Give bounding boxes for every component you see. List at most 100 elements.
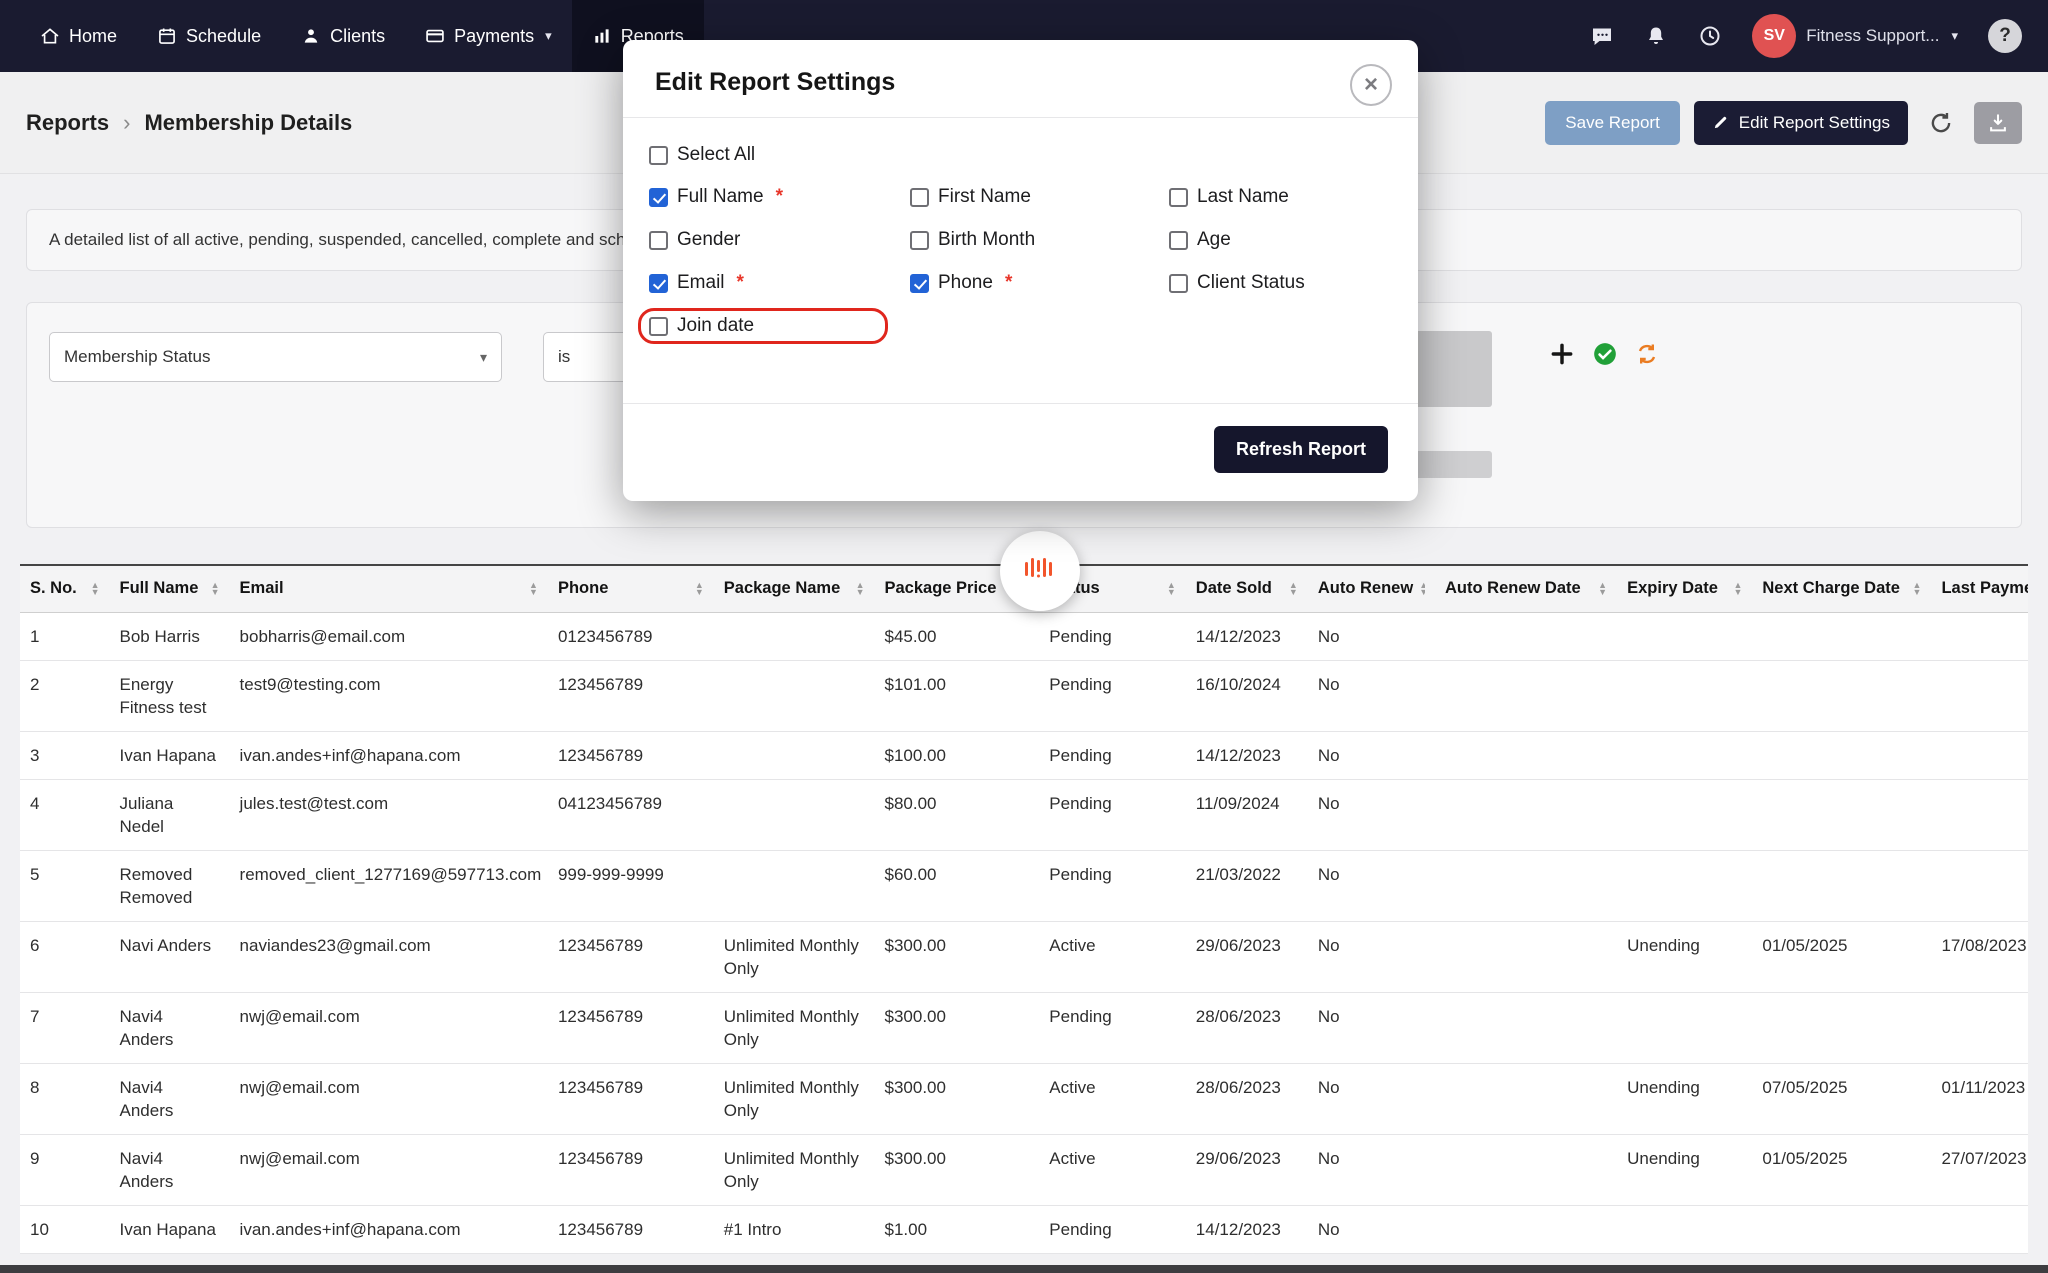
sort-icon: ▲▼ xyxy=(1419,582,1425,596)
table-row: 6Navi Andersnaviandes23@gmail.com1234567… xyxy=(20,921,2028,992)
payments-icon xyxy=(425,26,445,46)
column-header-label: Date Sold xyxy=(1196,579,1272,598)
table-cell: 4 xyxy=(20,779,110,850)
checkbox-join-date[interactable]: Join date xyxy=(638,308,888,344)
reset-filter-sync-icon[interactable] xyxy=(1635,342,1659,366)
table-cell: Bob Harris xyxy=(110,612,230,660)
table-cell: 1 xyxy=(20,612,110,660)
column-header-package-name[interactable]: Package Name▲▼ xyxy=(714,565,875,612)
table-cell: 999-999-9999 xyxy=(548,850,714,921)
column-header-full-name[interactable]: Full Name▲▼ xyxy=(110,565,230,612)
table-cell xyxy=(1931,1205,2028,1253)
table-cell: No xyxy=(1308,1205,1435,1253)
table-cell: $100.00 xyxy=(875,731,1040,779)
horizontal-scrollbar[interactable] xyxy=(0,1265,2048,1273)
table-cell xyxy=(714,660,875,731)
account-menu[interactable]: SV Fitness Support... ▾ xyxy=(1752,14,1958,58)
table-cell: $80.00 xyxy=(875,779,1040,850)
table-cell: 9 xyxy=(20,1134,110,1205)
table-cell: Pending xyxy=(1039,992,1185,1063)
column-header-expiry-date[interactable]: Expiry Date▲▼ xyxy=(1617,565,1752,612)
checkbox-last-name[interactable]: Last Name xyxy=(1169,186,1392,208)
refresh-icon[interactable] xyxy=(1928,110,1954,136)
table-cell xyxy=(1931,850,2028,921)
table-cell xyxy=(1435,1134,1617,1205)
edit-report-settings-button[interactable]: Edit Report Settings xyxy=(1694,101,1908,145)
nav-item-home[interactable]: Home xyxy=(20,0,137,72)
nav-item-payments[interactable]: Payments▾ xyxy=(405,0,572,72)
column-header-last-payment[interactable]: Last Payment▲▼ xyxy=(1931,565,2028,612)
checkbox-client-status[interactable]: Client Status xyxy=(1169,272,1392,294)
table-cell xyxy=(1752,1205,1931,1253)
notifications-bell-icon[interactable] xyxy=(1644,24,1668,48)
clock-icon[interactable] xyxy=(1698,24,1722,48)
table-cell: Pending xyxy=(1039,731,1185,779)
filter-field-select[interactable]: Membership Status ▾ xyxy=(49,332,502,382)
table-cell: $300.00 xyxy=(875,1134,1040,1205)
column-header-next-charge-date[interactable]: Next Charge Date▲▼ xyxy=(1752,565,1931,612)
column-header-email[interactable]: Email▲▼ xyxy=(230,565,548,612)
checkbox-birth-month[interactable]: Birth Month xyxy=(910,229,1169,251)
checkbox-email[interactable]: Email* xyxy=(649,272,910,294)
table-cell: naviandes23@gmail.com xyxy=(230,921,548,992)
nav-item-label: Clients xyxy=(330,26,385,47)
table-cell xyxy=(1931,779,2028,850)
table-cell: $300.00 xyxy=(875,992,1040,1063)
checkbox-first-name[interactable]: First Name xyxy=(910,186,1169,208)
column-header-auto-renew[interactable]: Auto Renew▲▼ xyxy=(1308,565,1435,612)
chevron-down-icon: ▾ xyxy=(480,349,487,366)
table-cell: 01/05/2025 xyxy=(1752,1134,1931,1205)
save-report-button[interactable]: Save Report xyxy=(1545,101,1680,145)
download-button[interactable] xyxy=(1974,102,2022,144)
table-cell: 123456789 xyxy=(548,660,714,731)
column-header-label: Email xyxy=(240,579,284,598)
help-button[interactable]: ? xyxy=(1988,19,2022,53)
table-cell: #1 Intro xyxy=(714,1205,875,1253)
table-cell: Navi4 Anders xyxy=(110,1134,230,1205)
checkbox-full-name[interactable]: Full Name* xyxy=(649,186,910,208)
column-header-label: Package Price xyxy=(885,579,997,598)
loading-spinner-icon xyxy=(1016,545,1064,598)
checkbox-phone[interactable]: Phone* xyxy=(910,272,1169,294)
column-header-date-sold[interactable]: Date Sold▲▼ xyxy=(1186,565,1308,612)
checkbox-select-all[interactable]: Select All xyxy=(649,144,1392,166)
refresh-report-button[interactable]: Refresh Report xyxy=(1214,426,1388,473)
apply-filter-check-icon[interactable] xyxy=(1592,341,1618,367)
loading-spinner xyxy=(1000,531,1080,611)
table-cell xyxy=(1931,660,2028,731)
table-cell: 16/10/2024 xyxy=(1186,660,1308,731)
checkbox-label: Select All xyxy=(677,144,755,166)
nav-item-label: Home xyxy=(69,26,117,47)
nav-item-schedule[interactable]: Schedule xyxy=(137,0,281,72)
column-header-auto-renew-date[interactable]: Auto Renew Date▲▼ xyxy=(1435,565,1617,612)
table-cell: No xyxy=(1308,1063,1435,1134)
download-icon xyxy=(1987,112,2009,134)
table-cell: Active xyxy=(1039,1063,1185,1134)
table-cell: Active xyxy=(1039,1134,1185,1205)
checkbox-box xyxy=(649,146,668,165)
column-header-s-no[interactable]: S. No.▲▼ xyxy=(20,565,110,612)
table-cell xyxy=(1931,612,2028,660)
table-cell: 14/12/2023 xyxy=(1186,1205,1308,1253)
table-cell: jules.test@test.com xyxy=(230,779,548,850)
table-cell xyxy=(1931,731,2028,779)
table-cell: 7 xyxy=(20,992,110,1063)
add-filter-icon[interactable] xyxy=(1549,341,1575,367)
table-cell: Navi4 Anders xyxy=(110,992,230,1063)
column-header-phone[interactable]: Phone▲▼ xyxy=(548,565,714,612)
checkbox-age[interactable]: Age xyxy=(1169,229,1392,251)
checkbox-gender[interactable]: Gender xyxy=(649,229,910,251)
table-row: 7Navi4 Andersnwj@email.com123456789Unlim… xyxy=(20,992,2028,1063)
required-asterisk: * xyxy=(1005,272,1012,294)
chat-icon[interactable] xyxy=(1590,24,1614,48)
edit-report-settings-modal: Edit Report Settings × Select All Full N… xyxy=(623,40,1418,501)
table-cell: No xyxy=(1308,731,1435,779)
table-cell: nwj@email.com xyxy=(230,992,548,1063)
column-header-label: S. No. xyxy=(30,579,77,598)
nav-item-clients[interactable]: Clients xyxy=(281,0,405,72)
close-icon[interactable]: × xyxy=(1350,64,1392,106)
table-cell: $300.00 xyxy=(875,1063,1040,1134)
breadcrumb: Reports › Membership Details xyxy=(26,110,352,136)
breadcrumb-reports[interactable]: Reports xyxy=(26,110,109,136)
table-row: 10Ivan Hapanaivan.andes+inf@hapana.com12… xyxy=(20,1205,2028,1253)
